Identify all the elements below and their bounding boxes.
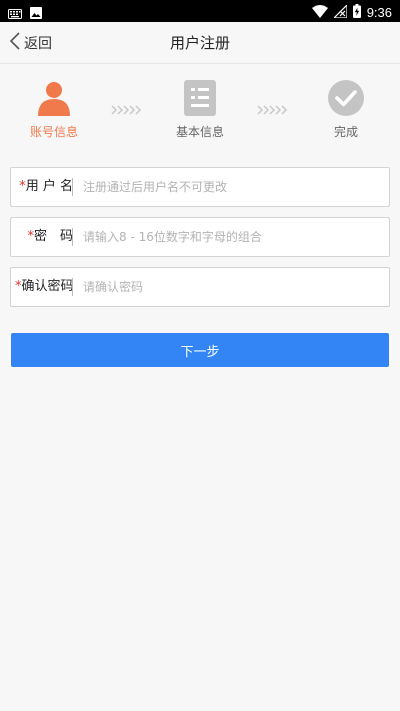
step-account-info: 账号信息 [14, 80, 94, 140]
step-arrows-icon [257, 104, 289, 116]
battery-charging-icon [352, 3, 361, 22]
keyboard-icon [8, 4, 22, 23]
wifi-icon [311, 3, 328, 22]
page-title: 用户注册 [169, 34, 230, 52]
back-button[interactable]: 返回 [9, 22, 52, 64]
status-bar: 9:36 [0, 0, 400, 22]
step-label: 账号信息 [29, 125, 78, 139]
step-label: 基本信息 [175, 125, 224, 139]
image-icon [30, 4, 42, 23]
step-arrows-icon [111, 104, 143, 116]
step-basic-info: 基本信息 [160, 80, 240, 140]
field-divider [72, 178, 73, 196]
document-icon [160, 80, 240, 116]
username-input[interactable] [83, 168, 383, 206]
password-label-text: 密 码 [33, 229, 73, 244]
check-circle-icon [306, 80, 386, 116]
username-field: *用 户 名 [10, 167, 390, 207]
confirm-password-field: *确认密码 [10, 267, 390, 307]
username-label-text: 用 户 名 [25, 179, 73, 194]
username-label: *用 户 名 [15, 168, 73, 206]
signal-off-icon [332, 3, 348, 22]
app-header: 用户注册 返回 [0, 22, 400, 64]
password-field: *密 码 [10, 217, 390, 257]
clock-time: 9:36 [366, 4, 392, 20]
next-step-button[interactable]: 下一步 [11, 333, 389, 367]
confirm-password-label: *确认密码 [15, 268, 74, 306]
confirm-password-input[interactable] [83, 268, 383, 306]
user-icon [14, 80, 94, 116]
step-label: 完成 [333, 125, 358, 139]
step-complete: 完成 [306, 80, 386, 140]
field-divider [72, 228, 73, 246]
chevron-left-icon [9, 32, 20, 54]
password-input[interactable] [83, 218, 383, 256]
confirm-password-label-text: 确认密码 [21, 279, 74, 294]
password-label: *密 码 [15, 218, 73, 256]
registration-steps: 账号信息 基本信息 完成 [0, 80, 400, 150]
field-divider [72, 278, 73, 296]
back-label: 返回 [24, 36, 52, 52]
